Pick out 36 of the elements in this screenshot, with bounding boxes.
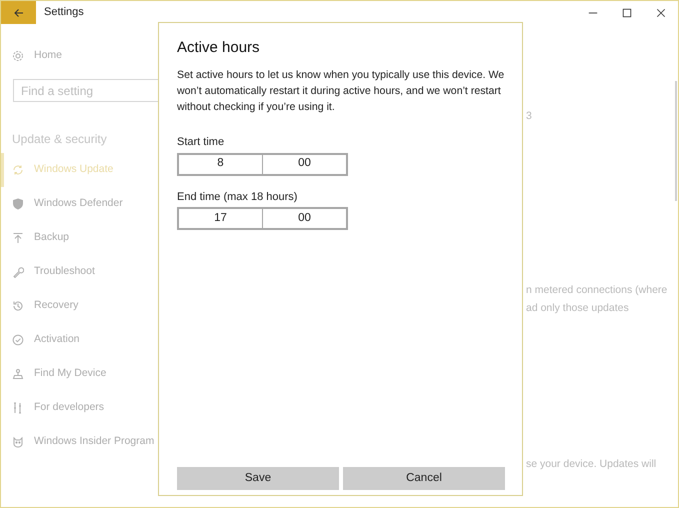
sidebar-item[interactable]: Windows Defender (1, 187, 158, 221)
sidebar-item[interactable]: Windows Insider Program (1, 425, 158, 459)
wrench-icon (12, 266, 24, 278)
history-icon (12, 300, 24, 312)
back-arrow-icon (12, 6, 24, 18)
background-text: ad only those updates (526, 300, 630, 316)
cat-face-icon (12, 436, 24, 448)
background-text: 3 (526, 109, 533, 124)
dialog-title: Active hours (177, 39, 261, 57)
cancel-button[interactable]: Cancel (343, 467, 505, 490)
field-label: Start time (177, 135, 226, 150)
shield-icon (12, 198, 24, 210)
settings-icon (12, 50, 24, 62)
home-link[interactable]: Home (1, 39, 158, 73)
window-title: Settings (44, 5, 84, 20)
sidebar-item[interactable]: Troubleshoot (1, 255, 158, 289)
sidebar-item[interactable]: Find My Device (1, 357, 158, 391)
maximize-icon (622, 8, 632, 18)
back-button[interactable] (1, 1, 36, 24)
person-icon (12, 368, 24, 380)
dialog-description: Set active hours to let us know when you typically use this device. We won’t automatically restart it during active hours, and we won’t restart without checking if you’re using it. (177, 68, 505, 115)
upload-icon (12, 232, 24, 244)
close-icon (656, 8, 666, 18)
sidebar-item[interactable]: Activation (1, 323, 158, 357)
sidebar-item[interactable]: Backup (1, 221, 158, 255)
field-label: End time (max 18 hours) (177, 190, 298, 204)
check-circle-icon (12, 334, 24, 346)
background-text: n metered connections (where (526, 282, 668, 298)
sidebar-item[interactable]: Recovery (1, 289, 158, 323)
scrollbar[interactable] (675, 81, 677, 201)
background-text: se your device. Updates will (526, 457, 658, 472)
sidebar-item[interactable]: For developers (1, 391, 158, 425)
sync-icon (12, 164, 24, 176)
section-header: Update & security (12, 131, 108, 148)
tools-icon (12, 402, 24, 414)
save-button[interactable]: Save (177, 467, 339, 490)
